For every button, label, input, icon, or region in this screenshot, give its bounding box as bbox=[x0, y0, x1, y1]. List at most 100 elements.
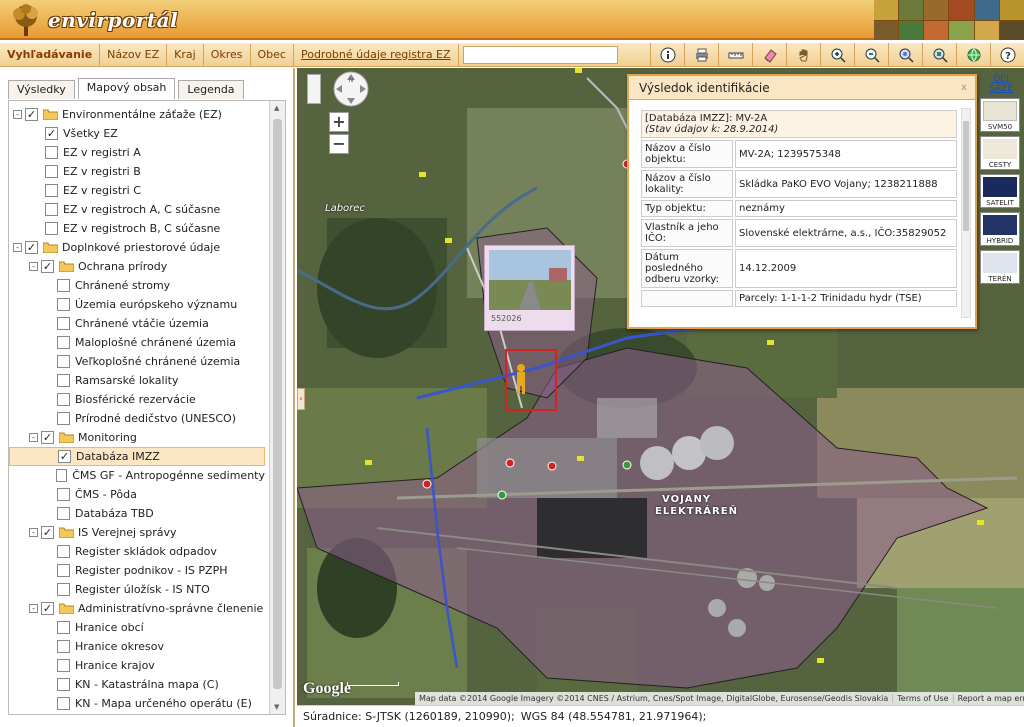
layer-checkbox[interactable] bbox=[55, 469, 68, 482]
measure-tool-button[interactable] bbox=[718, 43, 752, 67]
layer-checkbox[interactable] bbox=[57, 317, 70, 330]
layer-checkbox[interactable]: ✓ bbox=[45, 127, 58, 140]
tree-item[interactable]: - ✓ Administratívno-správne členenie bbox=[9, 599, 265, 618]
tree-item[interactable]: Hranice krajov bbox=[9, 656, 265, 675]
layer-checkbox[interactable]: ✓ bbox=[25, 241, 38, 254]
tree-item[interactable]: EZ v registri B bbox=[9, 162, 265, 181]
layer-checkbox[interactable] bbox=[57, 355, 70, 368]
popup-close-button[interactable]: x bbox=[961, 76, 967, 100]
zoom-in-tool-button[interactable] bbox=[820, 43, 854, 67]
search-input[interactable] bbox=[462, 45, 618, 64]
layer-checkbox[interactable] bbox=[57, 640, 70, 653]
info-tool-button[interactable] bbox=[650, 43, 684, 67]
layer-cesty-button[interactable]: CESTY bbox=[980, 136, 1020, 170]
tree-item[interactable]: Register skládok odpadov bbox=[9, 542, 265, 561]
tree-item[interactable]: Chránené stromy bbox=[9, 276, 265, 295]
tab-vyhladavanie[interactable]: Vyhľadávanie bbox=[0, 43, 101, 66]
layer-checkbox[interactable]: ✓ bbox=[41, 431, 54, 444]
collapse-toggle-icon[interactable]: - bbox=[13, 243, 22, 252]
layer-tree-scrollbar[interactable]: ▲ ▼ bbox=[269, 101, 285, 714]
tree-item[interactable]: ✓ Databáza IMZZ bbox=[9, 447, 265, 466]
zoom-out-tool-button[interactable] bbox=[854, 43, 888, 67]
tree-item[interactable]: Prírodné dedičstvo (UNESCO) bbox=[9, 409, 265, 428]
tree-item[interactable]: Hranice okresov bbox=[9, 637, 265, 656]
layer-checkbox[interactable] bbox=[57, 393, 70, 406]
envirportal-logo[interactable]: envirportál bbox=[6, 2, 178, 38]
tree-item[interactable]: KN - Mapa určeného operátu (E) bbox=[9, 694, 265, 713]
tree-item[interactable]: Maloplošné chránené územia bbox=[9, 333, 265, 352]
tree-item[interactable]: EZ v registri A bbox=[9, 143, 265, 162]
popup-scrollbar[interactable] bbox=[961, 108, 971, 318]
tree-item[interactable]: ✓ Všetky EZ bbox=[9, 124, 265, 143]
tree-item[interactable]: EZ v registroch A, C súčasne bbox=[9, 200, 265, 219]
layer-checkbox[interactable] bbox=[57, 545, 70, 558]
layer-satelit-button[interactable]: SATELIT bbox=[980, 174, 1020, 208]
scroll-down-icon[interactable]: ▼ bbox=[274, 703, 279, 711]
terms-link[interactable]: Terms of Use bbox=[892, 694, 952, 703]
collapse-toggle-icon[interactable]: - bbox=[29, 528, 38, 537]
layer-checkbox[interactable] bbox=[45, 146, 58, 159]
eraser-tool-button[interactable] bbox=[752, 43, 786, 67]
layer-checkbox[interactable] bbox=[57, 336, 70, 349]
layer-checkbox[interactable] bbox=[57, 564, 70, 577]
map-canvas[interactable]: Laborec VOJANY ELEKTRÁREŇ N + − 552026 V… bbox=[297, 68, 1024, 705]
layer-checkbox[interactable] bbox=[57, 659, 70, 672]
print-tool-button[interactable] bbox=[684, 43, 718, 67]
layer-svm50-button[interactable]: SVM50 bbox=[980, 98, 1020, 132]
tab-legenda[interactable]: Legenda bbox=[178, 80, 244, 99]
tree-item[interactable]: EZ v registri C bbox=[9, 181, 265, 200]
tree-item[interactable]: ČMS - Pôda bbox=[9, 485, 265, 504]
help-tool-button[interactable]: ? bbox=[990, 43, 1024, 67]
tree-item[interactable]: - ✓ Doplnkové priestorové údaje bbox=[9, 238, 265, 257]
layer-checkbox[interactable] bbox=[45, 203, 58, 216]
photo-bubble[interactable]: 552026 bbox=[484, 245, 575, 331]
tree-item[interactable]: Register podnikov - IS PZPH bbox=[9, 561, 265, 580]
layer-checkbox[interactable] bbox=[57, 374, 70, 387]
tab-mapovy-obsah[interactable]: Mapový obsah bbox=[77, 78, 176, 99]
layer-checkbox[interactable] bbox=[57, 298, 70, 311]
layer-checkbox[interactable] bbox=[57, 279, 70, 292]
tree-item[interactable]: - ✓ Ochrana prírody bbox=[9, 257, 265, 276]
layer-checkbox[interactable] bbox=[57, 621, 70, 634]
scroll-thumb[interactable] bbox=[273, 119, 282, 689]
tree-item[interactable]: ČMS GF - Antropogénne sedimenty bbox=[9, 466, 265, 485]
zoom-select-tool-button[interactable] bbox=[922, 43, 956, 67]
pan-control-icon[interactable]: N bbox=[332, 70, 370, 108]
tab-okres[interactable]: Okres bbox=[204, 43, 251, 66]
tree-item[interactable]: - ✓ Monitoring bbox=[9, 428, 265, 447]
globe-tool-button[interactable] bbox=[956, 43, 990, 67]
layer-checkbox[interactable] bbox=[57, 678, 70, 691]
layer-checkbox[interactable] bbox=[45, 184, 58, 197]
tree-item[interactable]: Ramsarské lokality bbox=[9, 371, 265, 390]
layer-checkbox[interactable]: ✓ bbox=[25, 108, 38, 121]
panel-collapse-button[interactable]: ‹ bbox=[297, 388, 305, 410]
tab-nazov-ez[interactable]: Názov EZ bbox=[100, 43, 168, 66]
more-layers-link[interactable]: ĎEJ ŠAZÉ bbox=[980, 74, 1022, 94]
tab-podrobne-udaje[interactable]: Podrobné údaje registra EZ bbox=[294, 43, 459, 66]
map-zoom-in-button[interactable]: + bbox=[329, 112, 349, 132]
layer-hybrid-button[interactable]: HYBRID bbox=[980, 212, 1020, 246]
tree-item[interactable]: Databáza TBD bbox=[9, 504, 265, 523]
tree-item[interactable]: Hranice obcí bbox=[9, 618, 265, 637]
tree-item[interactable]: Register úložísk - IS NTO bbox=[9, 580, 265, 599]
layer-checkbox[interactable] bbox=[57, 697, 70, 710]
tree-item[interactable]: Chránené vtáčie územia bbox=[9, 314, 265, 333]
layer-teren-button[interactable]: TERÉN bbox=[980, 250, 1020, 284]
tab-obec[interactable]: Obec bbox=[251, 43, 294, 66]
tree-item[interactable]: KN - Katastrálna mapa (C) bbox=[9, 675, 265, 694]
tree-item[interactable]: Veľkoplošné chránené územia bbox=[9, 352, 265, 371]
layer-checkbox[interactable]: ✓ bbox=[58, 450, 71, 463]
zoom-extent-tool-button[interactable] bbox=[888, 43, 922, 67]
collapse-toggle-icon[interactable]: - bbox=[29, 262, 38, 271]
collapse-toggle-icon[interactable]: - bbox=[13, 110, 22, 119]
layer-checkbox[interactable] bbox=[45, 222, 58, 235]
pegman-icon[interactable] bbox=[307, 74, 321, 104]
map-zoom-out-button[interactable]: − bbox=[329, 134, 349, 154]
tab-kraj[interactable]: Kraj bbox=[167, 43, 204, 66]
layer-checkbox[interactable]: ✓ bbox=[41, 260, 54, 273]
tree-item[interactable]: - ✓ IS Verejnej správy bbox=[9, 523, 265, 542]
tree-item[interactable]: Biosférické rezervácie bbox=[9, 390, 265, 409]
layer-checkbox[interactable] bbox=[57, 507, 70, 520]
tree-item[interactable]: EZ v registroch B, C súčasne bbox=[9, 219, 265, 238]
pan-tool-button[interactable] bbox=[786, 43, 820, 67]
